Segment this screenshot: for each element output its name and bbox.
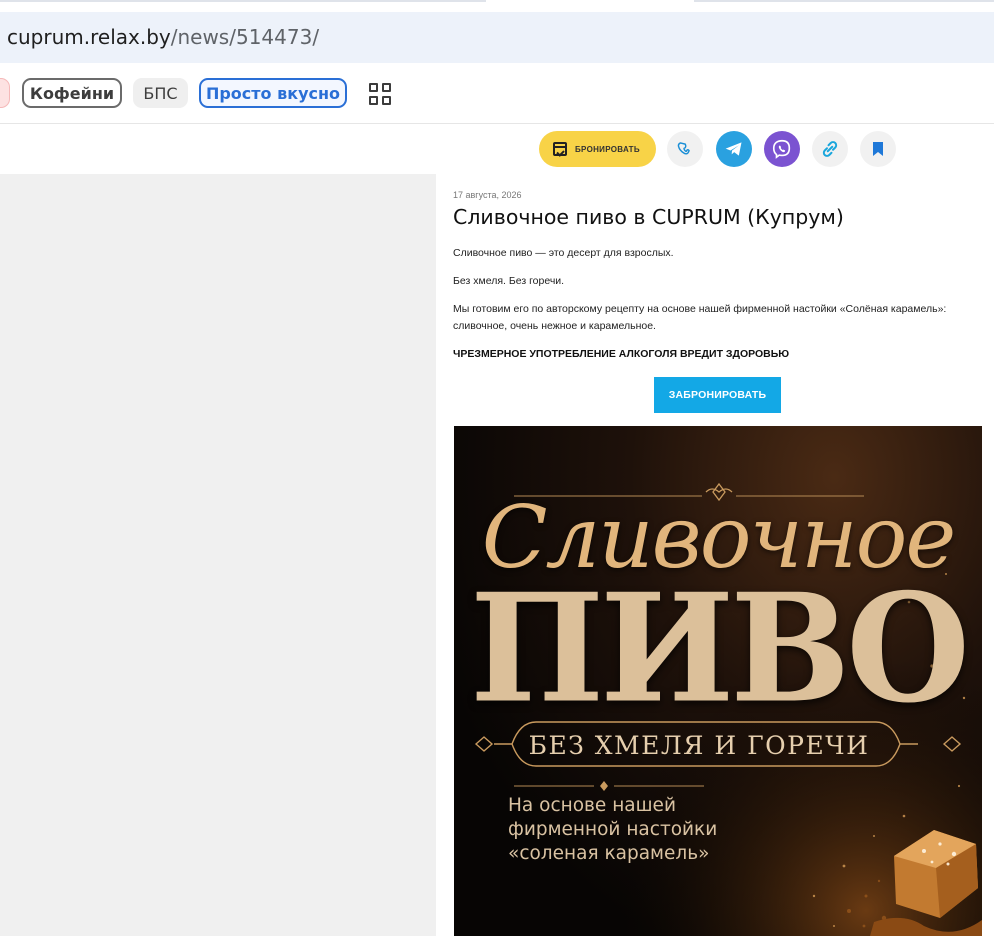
bookmark-button[interactable] <box>860 131 896 167</box>
tag-chip-bps[interactable]: БПС <box>133 78 188 108</box>
poster-band-text: БЕЗ ХМЕЛЯ И ГОРЕЧИ <box>528 730 870 760</box>
telegram-button[interactable] <box>716 131 752 167</box>
phone-button[interactable] <box>667 131 703 167</box>
tag-chip-tasty[interactable]: Просто вкусно <box>199 78 347 108</box>
reserve-button[interactable]: ЗАБРОНИРОВАТЬ <box>654 377 781 413</box>
alcohol-warning: ЧРЕЗМЕРНОЕ УПОТРЕБЛЕНИЕ АЛКОГОЛЯ ВРЕДИТ … <box>453 348 790 360</box>
grid-menu-icon[interactable] <box>369 83 391 105</box>
poster-subtitle-line: На основе нашей <box>508 795 676 816</box>
tags-bar: Кофейни БПС Просто вкусно <box>0 63 994 124</box>
phone-icon <box>677 142 690 155</box>
viber-icon <box>772 139 791 159</box>
book-button-label: БРОНИРОВАТЬ <box>575 144 640 154</box>
poster-subtitle-line: фирменной настойки <box>508 819 718 840</box>
book-button[interactable]: БРОНИРОВАТЬ <box>539 131 656 167</box>
url-text[interactable]: cuprum.relax.by/news/514473/ <box>7 25 319 49</box>
share-link-button[interactable] <box>812 131 848 167</box>
article-card: 17 августа, 2026 Сливочное пиво в CUPRUM… <box>436 174 994 936</box>
bookmark-icon <box>873 142 883 156</box>
action-bar: БРОНИРОВАТЬ <box>0 124 994 174</box>
article-paragraph: Сливочное пиво — это десерт для взрослых… <box>453 247 674 259</box>
article-paragraph: Мы готовим его по авторскому рецепту на … <box>453 303 947 332</box>
tag-chip-partial[interactable] <box>0 78 10 108</box>
promo-poster: Сливочное ПИВО БЕЗ ХМЕЛЯ И ГОРЕЧИ На осн… <box>454 426 982 936</box>
tab-divider <box>694 0 994 2</box>
tag-chip-coffee[interactable]: Кофейни <box>22 78 122 108</box>
viber-button[interactable] <box>764 131 800 167</box>
telegram-icon <box>725 142 742 156</box>
calendar-check-icon <box>553 142 567 156</box>
poster-subtitle: На основе нашей фирменной настойки «соле… <box>508 794 717 866</box>
url-host: cuprum.relax.by <box>7 25 171 49</box>
browser-top-strip <box>0 0 994 12</box>
article-title: Сливочное пиво в CUPRUM (Купрум) <box>453 205 844 229</box>
article-paragraph: Без хмеля. Без горечи. <box>453 275 565 287</box>
article-date: 17 августа, 2026 <box>453 190 522 200</box>
address-bar[interactable]: cuprum.relax.by/news/514473/ <box>0 12 994 63</box>
url-path: /news/514473/ <box>170 25 320 49</box>
poster-subtitle-line: «соленая карамель» <box>508 843 710 864</box>
tab-divider <box>0 0 486 2</box>
share-link-icon <box>822 141 838 157</box>
left-empty-panel <box>0 174 436 936</box>
poster-big-title: ПИВО <box>470 561 970 737</box>
